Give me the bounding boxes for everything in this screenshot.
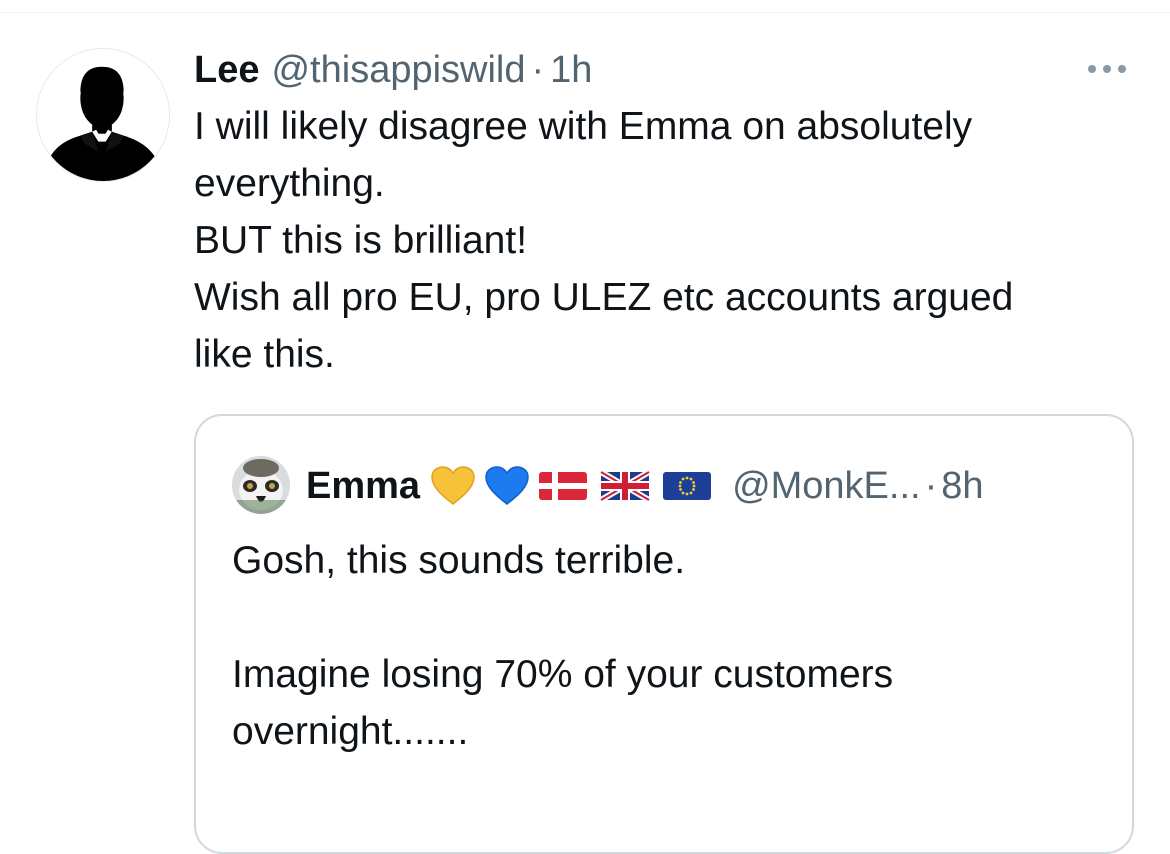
quoted-author-handle[interactable]: @MonkE...: [732, 460, 921, 512]
tweet-text-line: everything.: [194, 162, 385, 205]
tweet-text: I will likely disagree with Emma on abso…: [194, 98, 1144, 383]
quoted-text-line: overnight.......: [232, 710, 469, 753]
quoted-text-line: [232, 589, 1112, 646]
author-name[interactable]: Lee: [194, 44, 259, 96]
quoted-tweet-text: Gosh, this sounds terrible. Imagine losi…: [232, 532, 1112, 760]
more-options-button[interactable]: [1082, 54, 1132, 84]
separator-dot: ·: [531, 49, 545, 91]
silhouette-avatar-icon: [37, 49, 169, 181]
blue-heart-icon: [484, 466, 530, 506]
tweet-header: Lee @thisappiswild · 1h: [194, 44, 592, 96]
separator-dot: ·: [924, 465, 938, 507]
tweet-text-line: I will likely disagree with Emma on abso…: [194, 105, 973, 148]
eu-flag-icon: [662, 470, 712, 502]
yellow-heart-icon: [430, 466, 476, 506]
quoted-tweet-header: Emma @MonkE... · 8h: [306, 460, 984, 512]
quoted-text-line: Gosh, this sounds terrible.: [232, 539, 686, 582]
denmark-flag-icon: [538, 470, 588, 502]
more-options-icon: [1103, 65, 1111, 73]
lemur-avatar-icon: [232, 456, 290, 514]
more-options-icon: [1118, 65, 1126, 73]
quoted-text-line: Imagine losing 70% of your customers: [232, 653, 894, 696]
top-divider: [0, 12, 1170, 13]
more-options-icon: [1088, 65, 1096, 73]
tweet-text-line: like this.: [194, 333, 335, 376]
uk-flag-icon: [600, 470, 651, 502]
quoted-author-name[interactable]: Emma: [306, 460, 420, 512]
tweet-timestamp[interactable]: 1h: [550, 44, 592, 96]
quoted-author-avatar[interactable]: [232, 456, 290, 514]
quoted-tweet-timestamp[interactable]: 8h: [941, 460, 983, 512]
author-handle[interactable]: @thisappiswild: [271, 44, 525, 96]
tweet-text-line: BUT this is brilliant!: [194, 219, 528, 262]
quoted-tweet-card[interactable]: Emma @MonkE... · 8h Gosh, this sounds te…: [194, 414, 1134, 854]
tweet-text-line: Wish all pro EU, pro ULEZ etc accounts a…: [194, 276, 1014, 319]
user-avatar[interactable]: [36, 48, 170, 182]
